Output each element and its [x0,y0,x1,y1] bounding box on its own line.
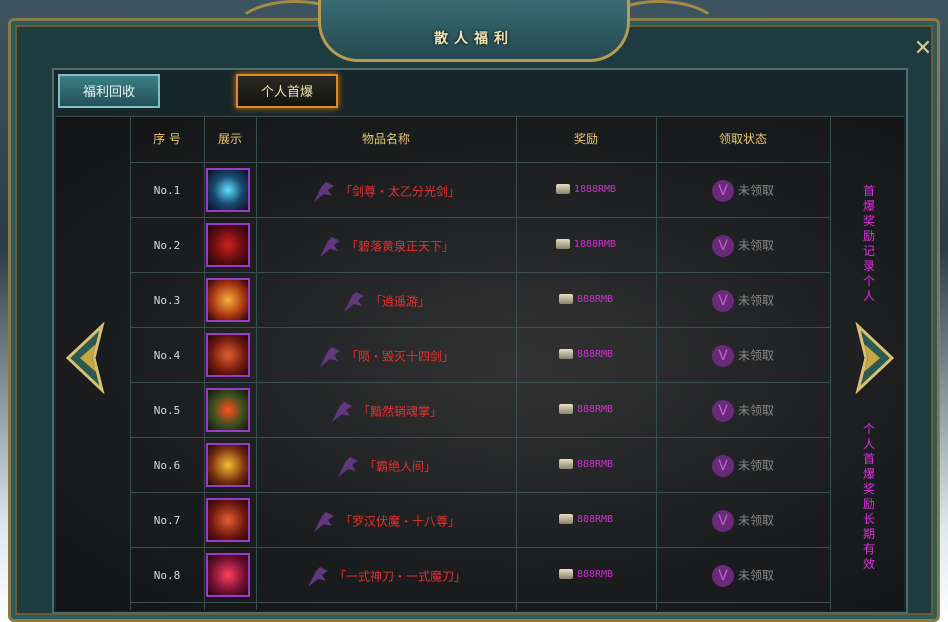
row-divider [130,602,830,603]
claim-status-button[interactable]: Ⅴ 未领取 [656,565,830,587]
item-thumbnail[interactable] [206,443,250,487]
prev-page-button[interactable] [65,321,116,395]
column-divider [204,116,205,610]
row-index: No.1 [153,184,181,197]
reward-value: 888RMB [516,569,656,580]
weapon-icon [319,347,340,367]
reward-value: 888RMB [516,459,656,470]
header-item-name: 物品名称 [361,132,410,146]
item-thumbnail[interactable] [206,498,250,542]
window-title: 散人福利 [434,31,514,47]
claim-icon: Ⅴ [711,290,734,312]
weapon-icon [331,402,352,422]
side-note-bottom: 个人首爆奖励长期有效 [862,422,875,571]
row-divider [130,272,830,273]
row-index: No.2 [153,239,181,252]
item-name: 「罗汉伏魔・十八尊」 [258,512,516,532]
column-divider [830,116,831,610]
row-divider [130,437,830,438]
column-divider [256,116,257,610]
weapon-icon [343,292,364,312]
row-index: No.7 [153,514,181,527]
item-name: 「碧落黄泉正天下」 [258,237,516,257]
title-plate: 散人福利 [318,0,630,62]
side-note-top: 首爆奖励记录个人 [862,184,875,303]
money-icon [558,294,573,304]
item-thumbnail[interactable] [206,223,250,267]
claim-icon: Ⅴ [711,235,734,257]
row-index: No.4 [153,349,181,362]
weapon-icon [307,567,328,587]
header-index: 序 号 [153,132,181,146]
item-name: 「一式神刀・一式魔刀」 [258,567,516,587]
reward-value: 888RMB [516,404,656,415]
weapon-icon [313,512,334,532]
item-name: 「剑尊・太乙分光剑」 [258,182,516,202]
reward-value: 1888RMB [516,239,656,250]
money-icon [555,184,570,194]
claim-icon: Ⅴ [711,180,734,202]
row-divider [130,492,830,493]
item-thumbnail[interactable] [206,333,250,377]
header-display: 展示 [217,132,242,146]
close-button[interactable]: ✕ [910,36,936,62]
claim-status-button[interactable]: Ⅴ 未领取 [656,345,830,367]
reward-value: 888RMB [516,294,656,305]
money-icon [558,514,573,524]
item-name: 「霸绝人间」 [258,457,516,477]
row-index: No.5 [153,404,181,417]
tab-personal-first-drop[interactable]: 个人首爆 [236,74,338,108]
row-divider [130,162,830,163]
row-index: No.3 [153,294,181,307]
row-divider [130,382,830,383]
tab-welfare-recycle[interactable]: 福利回收 [58,74,160,108]
reward-value: 1888RMB [516,184,656,195]
arrow-right-icon [855,321,895,395]
arrow-left-icon [65,321,105,395]
claim-status-button[interactable]: Ⅴ 未领取 [656,400,830,422]
item-thumbnail[interactable] [206,388,250,432]
money-icon [555,239,570,249]
item-thumbnail[interactable] [206,168,250,212]
money-icon [558,569,573,579]
reward-value: 888RMB [516,514,656,525]
next-page-button[interactable] [844,321,895,395]
claim-icon: Ⅴ [711,455,734,477]
weapon-icon [319,237,340,257]
item-name: 「黯然销魂掌」 [258,402,516,422]
item-name: 「陨・毁灭十四剑」 [258,347,516,367]
money-icon [558,349,573,359]
claim-icon: Ⅴ [711,510,734,532]
row-index: No.8 [153,569,181,582]
header-reward: 奖励 [573,132,598,146]
money-icon [558,459,573,469]
claim-icon: Ⅴ [711,345,734,367]
claim-status-button[interactable]: Ⅴ 未领取 [656,290,830,312]
weapon-icon [313,182,334,202]
claim-status-button[interactable]: Ⅴ 未领取 [656,455,830,477]
claim-status-button[interactable]: Ⅴ 未领取 [656,180,830,202]
claim-icon: Ⅴ [711,565,734,587]
claim-status-button[interactable]: Ⅴ 未领取 [656,235,830,257]
item-thumbnail[interactable] [206,278,250,322]
weapon-icon [337,457,358,477]
item-thumbnail[interactable] [206,553,250,597]
row-divider [130,547,830,548]
reward-value: 888RMB [516,349,656,360]
claim-status-button[interactable]: Ⅴ 未领取 [656,510,830,532]
close-icon: ✕ [913,36,933,61]
row-divider [130,217,830,218]
row-divider [130,327,830,328]
money-icon [558,404,573,414]
claim-icon: Ⅴ [711,400,734,422]
row-index: No.6 [153,459,181,472]
header-status: 领取状态 [718,132,767,146]
item-name: 「逍遥游」 [258,292,516,312]
